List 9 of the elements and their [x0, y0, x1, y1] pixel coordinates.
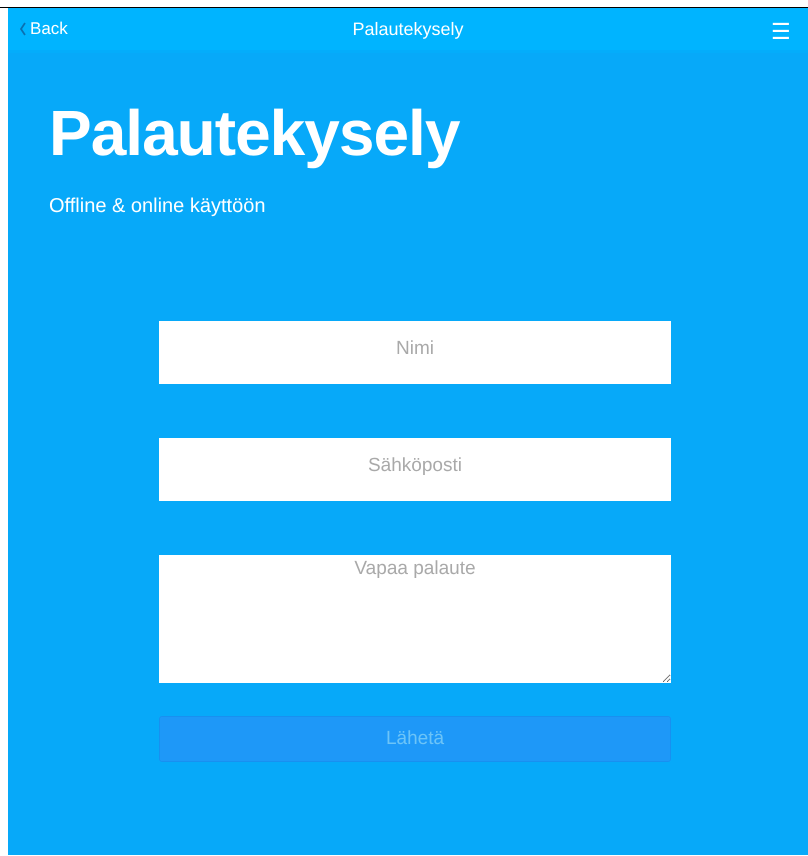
feedback-textarea[interactable]: Vapaa palaute [159, 555, 671, 683]
input-field[interactable]: Sähköposti [159, 438, 671, 501]
chevron-icon [20, 22, 26, 36]
input-field[interactable]: Nimi [159, 321, 671, 384]
header-title: Palautekysely [352, 18, 464, 41]
menu-button[interactable]: ☰ [771, 21, 791, 43]
back-button[interactable]: Back [20, 16, 68, 42]
page-title: Palautekysely [49, 96, 461, 171]
page-subtitle: Offline & online käyttöön [49, 194, 266, 219]
